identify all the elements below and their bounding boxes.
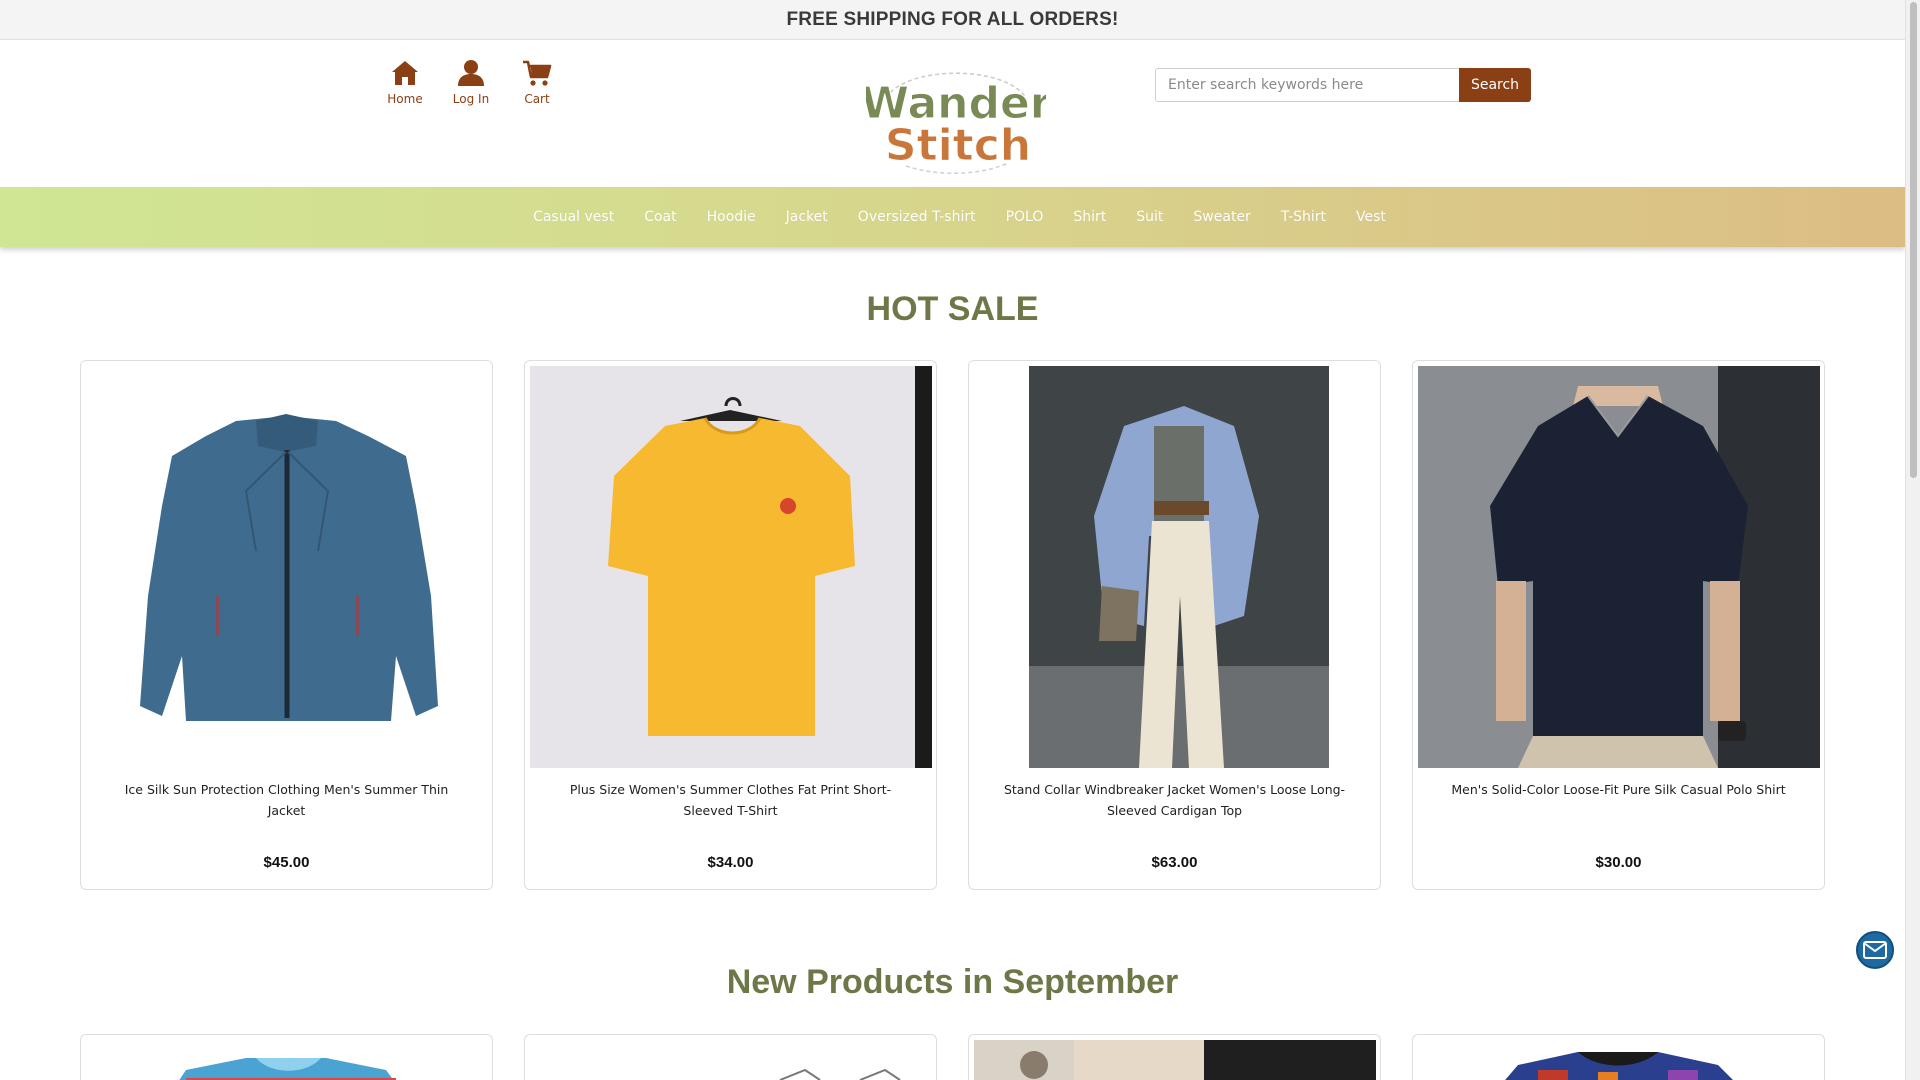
product-image-yellow-tshirt[interactable] xyxy=(530,366,932,768)
product-card[interactable] xyxy=(80,1034,493,1080)
category-t-shirt[interactable]: T-Shirt xyxy=(1266,209,1341,225)
header: Home Log In Cart Wander Stitch Enter sea… xyxy=(0,40,1905,188)
product-name[interactable]: Plus Size Women's Summer Clothes Fat Pri… xyxy=(551,779,910,821)
product-card[interactable]: Stand Collar Windbreaker Jacket Women's … xyxy=(968,360,1381,890)
cart-link[interactable]: Cart xyxy=(504,58,570,106)
product-card[interactable]: Plus Size Women's Summer Clothes Fat Pri… xyxy=(524,360,937,890)
product-name[interactable]: Stand Collar Windbreaker Jacket Women's … xyxy=(995,779,1354,821)
product-price: $34.00 xyxy=(707,854,754,871)
quick-nav: Home Log In Cart xyxy=(372,58,570,106)
product-image-new-3[interactable] xyxy=(974,1040,1376,1080)
search-button[interactable]: Search xyxy=(1459,68,1531,102)
category-casual-vest[interactable]: Casual vest xyxy=(518,209,629,225)
new-products-grid xyxy=(80,1034,1825,1080)
product-card[interactable] xyxy=(968,1034,1381,1080)
product-price: $30.00 xyxy=(1595,854,1642,871)
category-coat[interactable]: Coat xyxy=(629,209,691,225)
product-price: $63.00 xyxy=(1151,854,1198,871)
new-products-title: New Products in September xyxy=(726,963,1179,1001)
contact-mail-button[interactable] xyxy=(1856,931,1894,969)
product-image-windbreaker-jacket[interactable] xyxy=(974,366,1376,768)
category-nav: Casual vest Coat Hoodie Jacket Oversized… xyxy=(0,187,1905,247)
category-vest[interactable]: Vest xyxy=(1341,209,1401,225)
cart-icon xyxy=(523,60,552,86)
search-bar: Search xyxy=(1155,68,1531,102)
product-image-blue-jacket[interactable] xyxy=(86,366,488,768)
login-link[interactable]: Log In xyxy=(438,58,504,106)
product-image-patterned-shirt[interactable] xyxy=(1418,1040,1820,1080)
product-card[interactable]: Ice Silk Sun Protection Clothing Men's S… xyxy=(80,360,493,890)
logo-stitch-text: Stitch xyxy=(885,120,1031,171)
product-image-new-2[interactable] xyxy=(530,1040,932,1080)
product-price: $45.00 xyxy=(263,854,310,871)
announcement-bar: FREE SHIPPING FOR ALL ORDERS! xyxy=(0,0,1905,40)
hot-sale-grid: Ice Silk Sun Protection Clothing Men's S… xyxy=(80,360,1825,890)
home-label: Home xyxy=(387,92,423,106)
product-card[interactable] xyxy=(1412,1034,1825,1080)
mail-icon xyxy=(1863,941,1887,959)
page: FREE SHIPPING FOR ALL ORDERS! Home Log I… xyxy=(0,0,1920,1080)
category-polo[interactable]: POLO xyxy=(991,209,1059,225)
product-name[interactable]: Ice Silk Sun Protection Clothing Men's S… xyxy=(107,779,466,821)
content: FREE SHIPPING FOR ALL ORDERS! Home Log I… xyxy=(0,0,1905,1080)
home-icon xyxy=(392,61,418,85)
category-suit[interactable]: Suit xyxy=(1121,209,1178,225)
scrollbar-thumb[interactable] xyxy=(1910,2,1917,478)
login-label: Log In xyxy=(452,92,490,106)
wander-stitch-logo[interactable]: Wander Stitch xyxy=(866,60,1046,180)
product-image-striped-tshirt[interactable] xyxy=(86,1040,488,1080)
product-card[interactable] xyxy=(524,1034,937,1080)
category-hoodie[interactable]: Hoodie xyxy=(692,209,771,225)
user-icon xyxy=(458,60,484,86)
page-scrollbar[interactable] xyxy=(1905,0,1920,1080)
home-link[interactable]: Home xyxy=(372,58,438,106)
category-jacket[interactable]: Jacket xyxy=(771,209,843,225)
category-sweater[interactable]: Sweater xyxy=(1178,209,1265,225)
category-shirt[interactable]: Shirt xyxy=(1058,209,1121,225)
product-image-navy-polo[interactable] xyxy=(1418,366,1820,768)
cart-label: Cart xyxy=(524,92,550,106)
product-card[interactable]: Men's Solid-Color Loose-Fit Pure Silk Ca… xyxy=(1412,360,1825,890)
search-input[interactable] xyxy=(1155,68,1459,102)
category-oversized-t-shirt[interactable]: Oversized T-shirt xyxy=(843,209,991,225)
product-name[interactable]: Men's Solid-Color Loose-Fit Pure Silk Ca… xyxy=(1439,779,1798,800)
hot-sale-title: HOT SALE xyxy=(866,290,1039,328)
announcement-text: FREE SHIPPING FOR ALL ORDERS! xyxy=(786,8,1119,30)
